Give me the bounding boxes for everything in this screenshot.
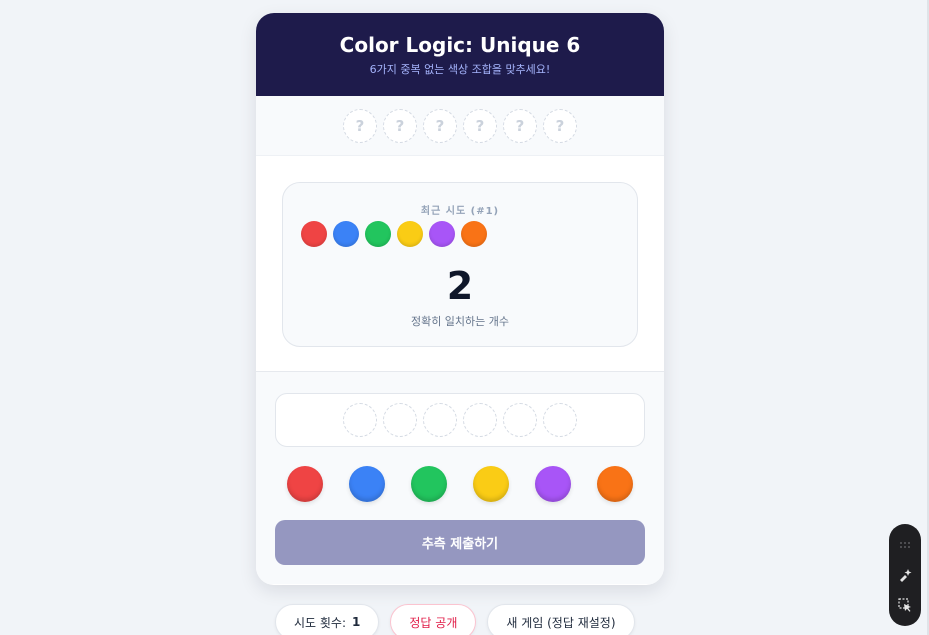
color-palette — [287, 466, 633, 502]
color-button-red[interactable] — [287, 466, 323, 502]
secret-slot: ? — [343, 108, 377, 143]
game-header: Color Logic: Unique 6 6가지 중복 없는 색상 조합을 맞… — [256, 13, 664, 96]
history-area: 최근 시도 (#1) 2 정확히 일치하는 개수 — [256, 156, 664, 372]
footer-actions: 시도 횟수: 1 정답 공개 새 게임 (정답 재설정) — [275, 604, 635, 635]
last-guess-pegs — [301, 221, 487, 247]
attempts-counter: 시도 횟수: 1 — [275, 604, 380, 635]
secret-slot: ? — [423, 108, 457, 143]
select-cursor-icon[interactable] — [898, 598, 912, 612]
color-button-purple[interactable] — [535, 466, 571, 502]
input-area: 추측 제출하기 — [256, 372, 664, 584]
last-guess-result: 최근 시도 (#1) 2 정확히 일치하는 개수 — [282, 182, 638, 347]
guess-slot[interactable] — [463, 403, 497, 437]
reveal-answer-label: 정답 공개 — [409, 615, 458, 630]
guess-peg — [301, 221, 327, 247]
color-button-yellow[interactable] — [473, 466, 509, 502]
guess-peg — [429, 221, 455, 247]
color-button-green[interactable] — [411, 466, 447, 502]
guess-slot[interactable] — [423, 403, 457, 437]
guess-slot[interactable] — [503, 403, 537, 437]
guess-slot[interactable] — [383, 403, 417, 437]
secret-code-row: ? ? ? ? ? ? — [256, 96, 664, 156]
color-button-blue[interactable] — [349, 466, 385, 502]
color-button-orange[interactable] — [597, 466, 633, 502]
new-game-label: 새 게임 (정답 재설정) — [506, 615, 616, 630]
new-game-button[interactable]: 새 게임 (정답 재설정) — [487, 604, 635, 635]
secret-slot: ? — [463, 108, 497, 143]
guess-peg — [397, 221, 423, 247]
last-guess-label: 최근 시도 (#1) — [420, 206, 500, 217]
guess-slot[interactable] — [543, 403, 577, 437]
game-subtitle: 6가지 중복 없는 색상 조합을 맞추세요! — [369, 63, 551, 76]
game-card: Color Logic: Unique 6 6가지 중복 없는 색상 조합을 맞… — [256, 13, 664, 585]
current-guess-slots — [275, 393, 645, 447]
guess-slot[interactable] — [343, 403, 377, 437]
guess-peg — [365, 221, 391, 247]
match-count: 2 — [446, 264, 474, 308]
game-title: Color Logic: Unique 6 — [339, 33, 581, 57]
secret-slot: ? — [383, 108, 417, 143]
attempts-label: 시도 횟수: — [294, 615, 347, 630]
guess-peg — [461, 221, 487, 247]
grip-icon[interactable] — [898, 538, 912, 552]
secret-slot: ? — [543, 108, 577, 143]
submit-guess-button[interactable]: 추측 제출하기 — [275, 520, 645, 565]
floating-toolbar — [889, 524, 921, 626]
match-count-caption: 정확히 일치하는 개수 — [410, 315, 510, 328]
guess-peg — [333, 221, 359, 247]
secret-slot: ? — [503, 108, 537, 143]
reveal-answer-button[interactable]: 정답 공개 — [390, 604, 477, 635]
attempts-value: 1 — [352, 615, 361, 629]
sparkle-icon[interactable] — [898, 568, 912, 582]
